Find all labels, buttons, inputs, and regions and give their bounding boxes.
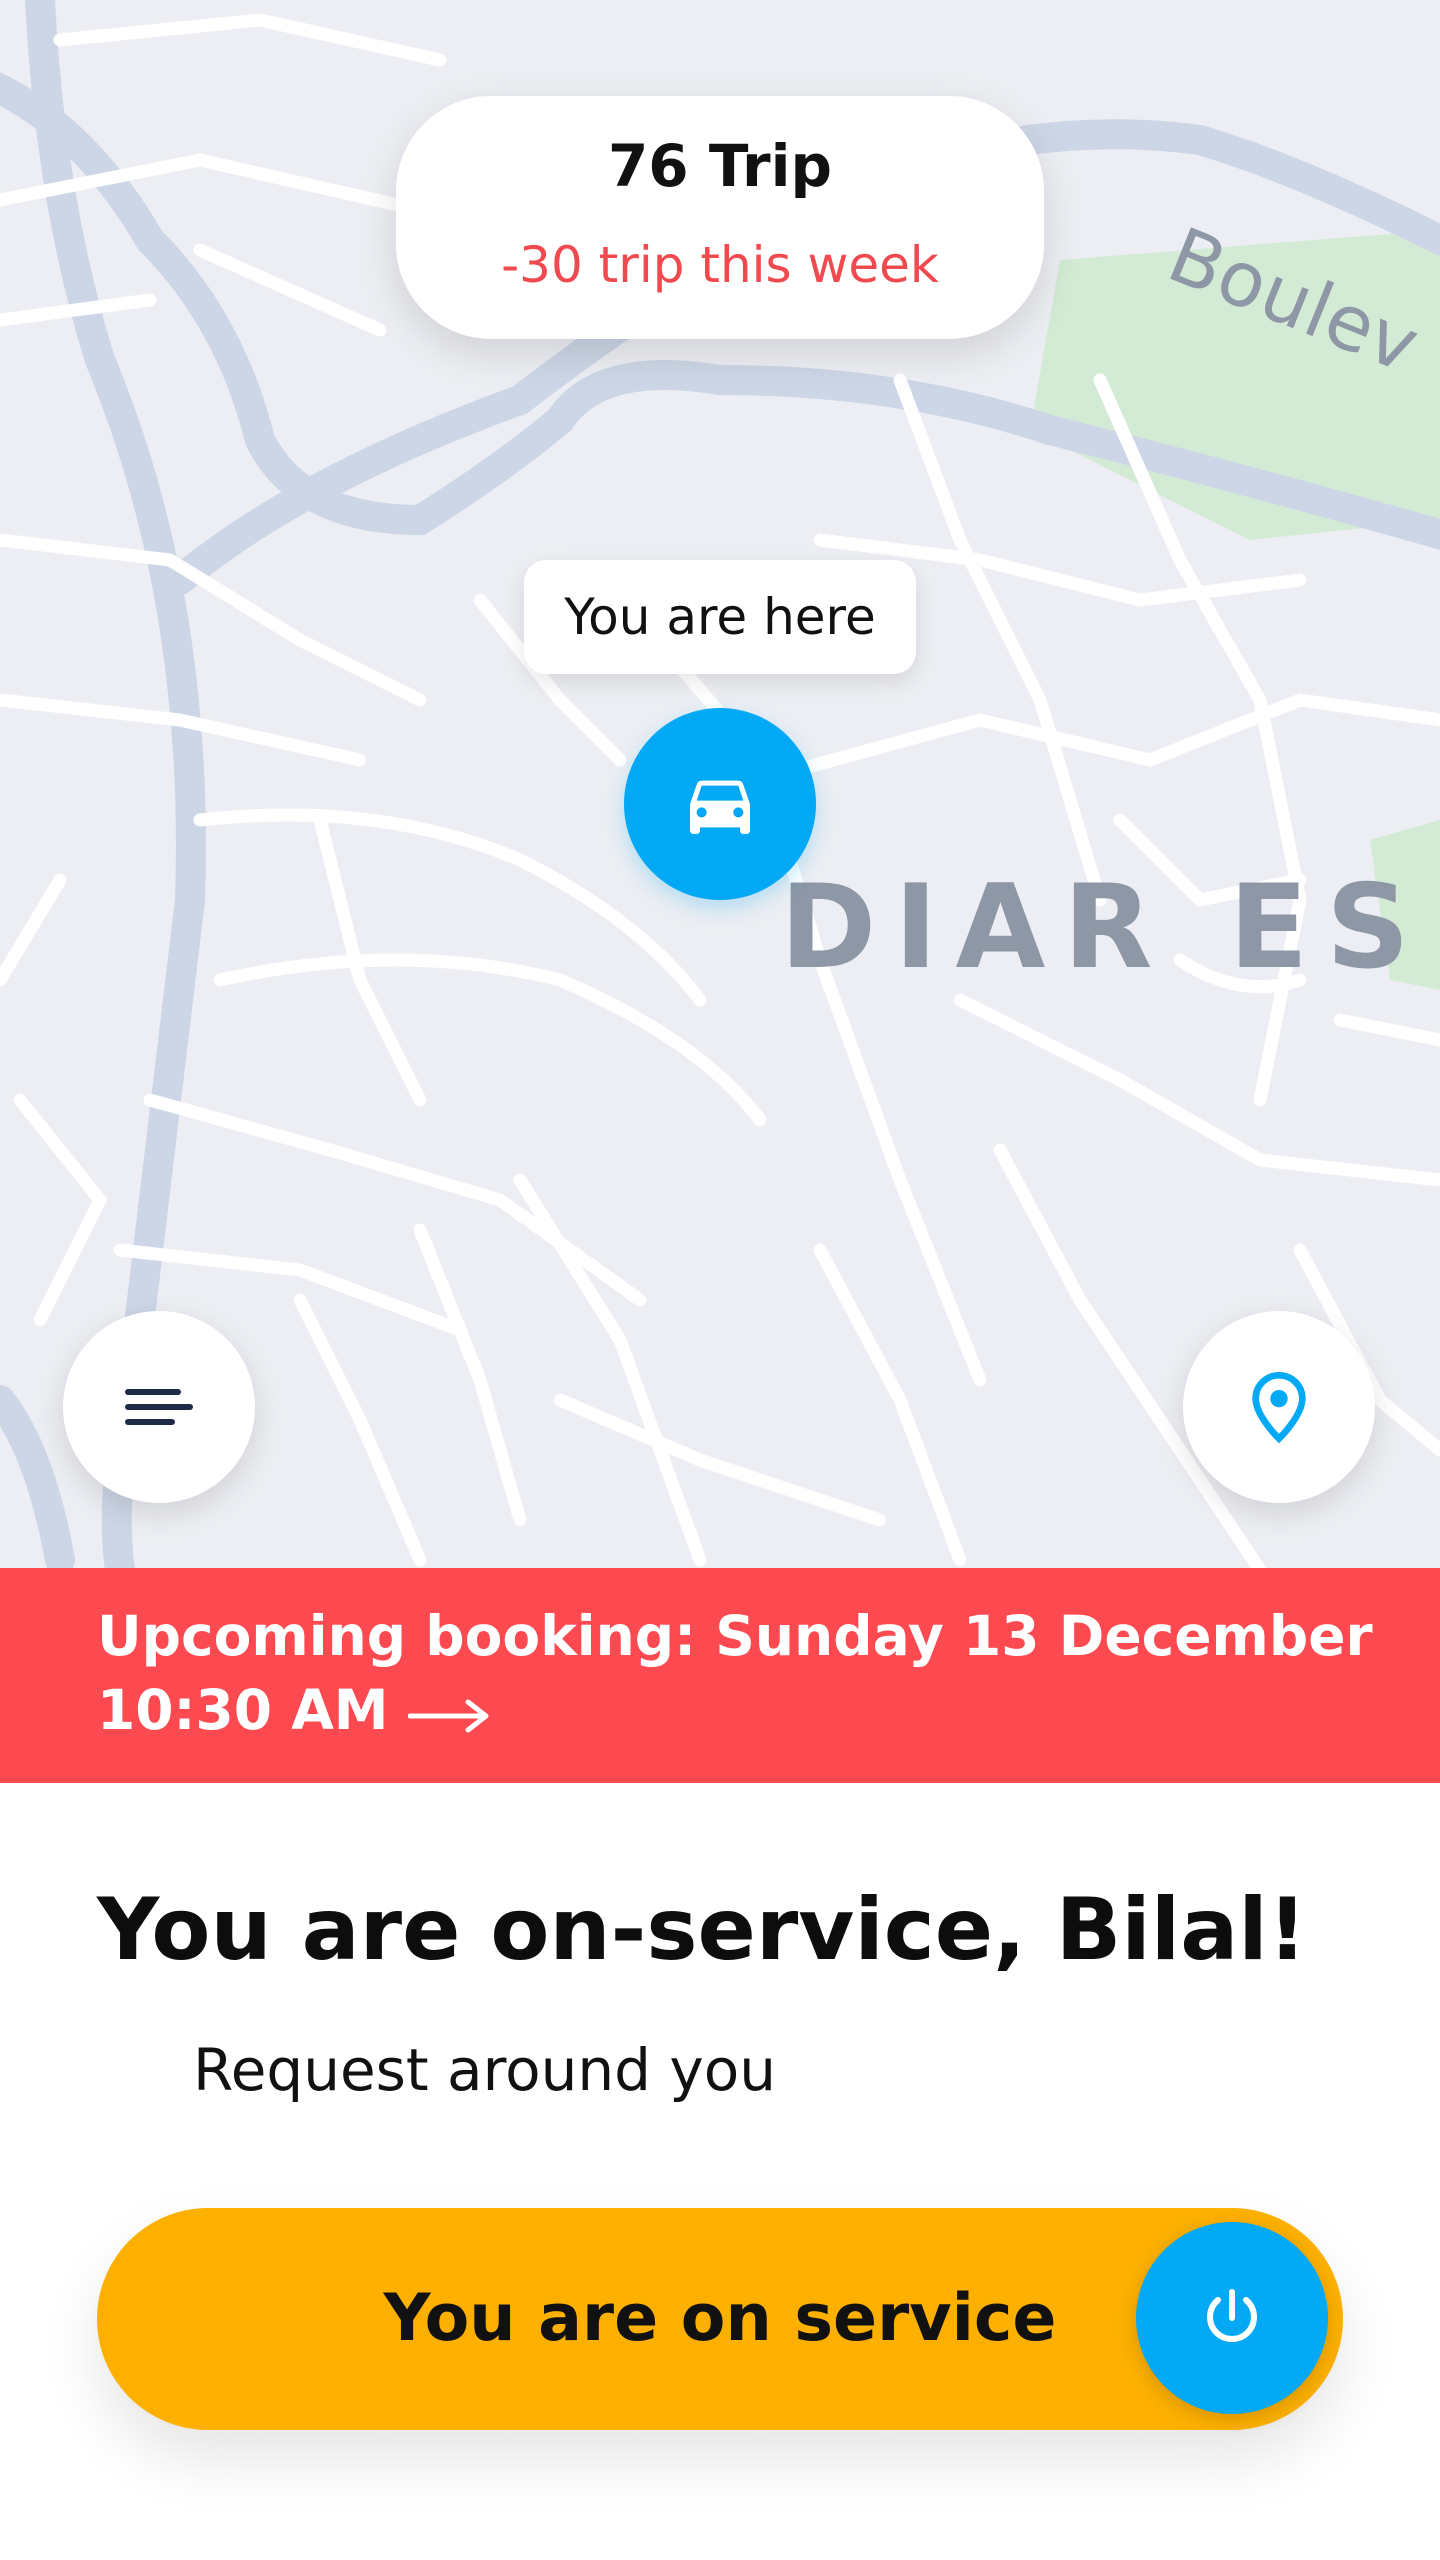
trip-summary-card[interactable]: 76 Trip -30 trip this week [396,96,1044,339]
request-around-label: Request around you [193,2036,776,2104]
booking-time: 10:30 AM [97,1678,389,1742]
location-bubble: You are here [524,560,916,674]
map-view[interactable]: Boulev DIAR ES S 76 Trip -30 trip this w… [0,0,1440,1570]
power-icon [1207,2289,1257,2342]
upcoming-booking-banner[interactable]: Upcoming booking: Sunday 13 December 10:… [0,1568,1440,1783]
location-pin-icon [1252,1371,1306,1444]
trip-weekly-change: -30 trip this week [501,236,939,294]
current-location-marker [624,708,816,900]
locate-button[interactable] [1183,1311,1375,1503]
district-label: DIAR ES S [780,860,1440,995]
trip-count: 76 Trip [607,132,833,200]
greeting-title: You are on-service, Bilal! [97,1880,1307,1980]
booking-date: Upcoming booking: Sunday 13 December [97,1604,1373,1668]
car-icon [690,780,750,834]
menu-icon [125,1389,193,1425]
menu-button[interactable] [63,1311,255,1503]
service-toggle-button[interactable]: You are on service [97,2208,1343,2430]
arrow-right-icon [408,1699,489,1733]
power-button[interactable] [1136,2222,1328,2414]
